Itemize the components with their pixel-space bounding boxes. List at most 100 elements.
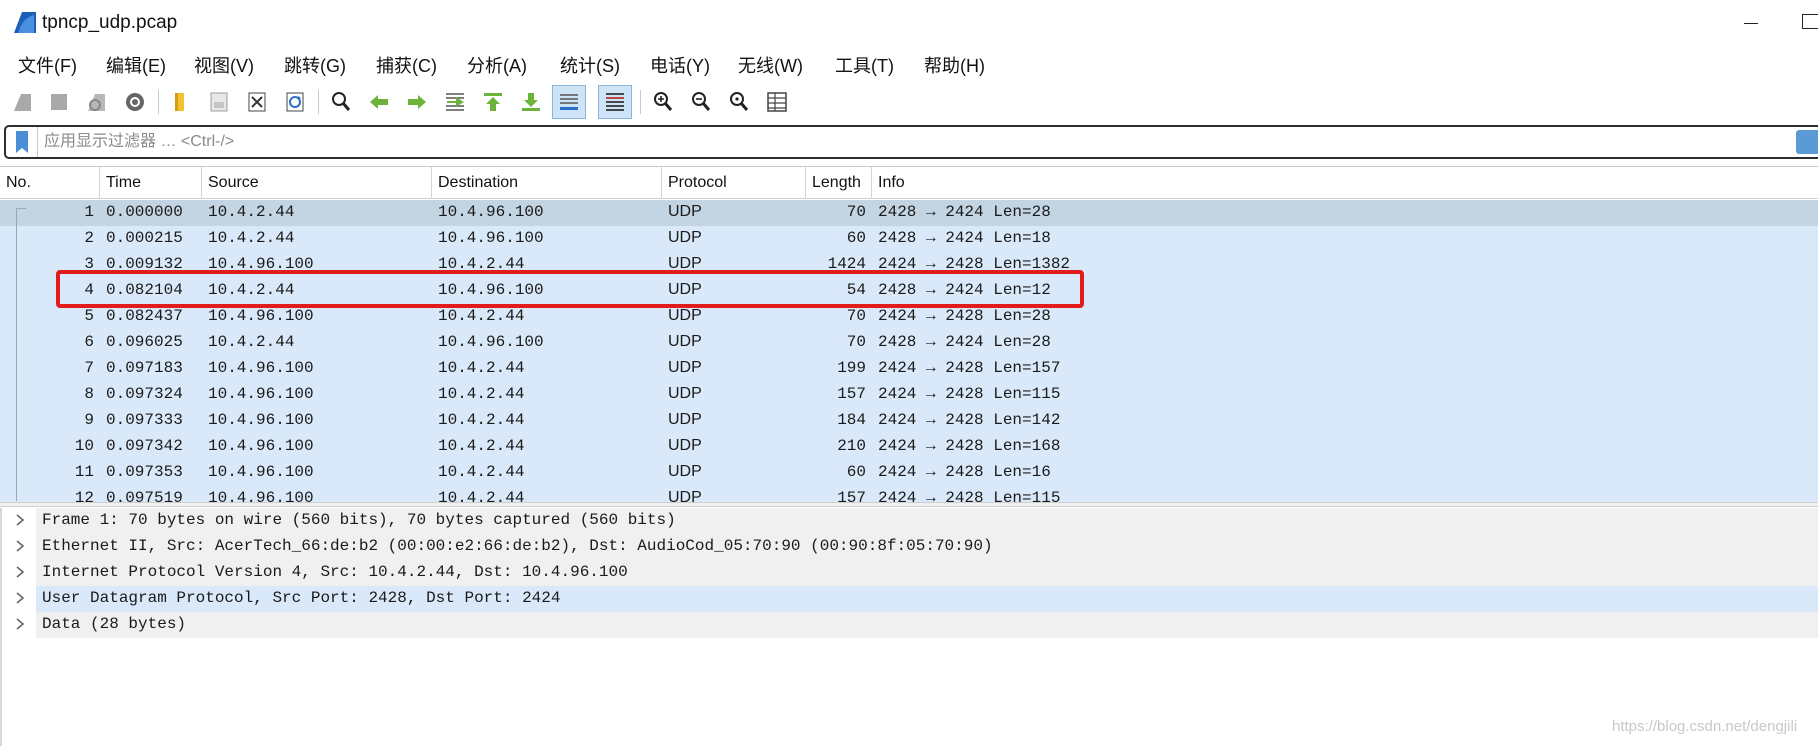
menu-capture[interactable]: 捕获(C): [376, 52, 437, 78]
packet-row[interactable]: 9 0.097333 10.4.96.100 10.4.2.44 UDP 184 2424 …: [0, 408, 1818, 434]
highlight-annotation-box: [56, 270, 1084, 308]
conversation-tree-corner: [16, 208, 26, 209]
column-header-length[interactable]: Length: [806, 167, 872, 199]
menu-bar: 文件(F) 编辑(E) 视图(V) 跳转(G) 捕获(C) 分析(A) 统计(S…: [0, 46, 1818, 82]
chevron-right-icon[interactable]: [14, 565, 26, 579]
close-file-icon[interactable]: [240, 85, 274, 119]
open-file-icon[interactable]: [164, 85, 198, 119]
stop-capture-icon[interactable]: [42, 85, 76, 119]
column-header-protocol[interactable]: Protocol: [662, 167, 806, 199]
packet-time: 0.096025: [106, 333, 183, 351]
packet-length: 210: [837, 437, 866, 455]
packet-time: 0.097519: [106, 489, 183, 503]
menu-view[interactable]: 视图(V): [194, 52, 254, 78]
detail-tree-item[interactable]: Internet Protocol Version 4, Src: 10.4.2…: [2, 560, 1818, 586]
chevron-right-icon[interactable]: [14, 591, 26, 605]
pane-splitter[interactable]: [0, 502, 1818, 507]
capture-options-icon[interactable]: [118, 85, 152, 119]
display-filter-input[interactable]: [44, 129, 1744, 155]
column-header-destination[interactable]: Destination: [432, 167, 662, 199]
packet-row[interactable]: 12 0.097519 10.4.96.100 10.4.2.44 UDP 157 2424…: [0, 486, 1818, 503]
save-file-icon[interactable]: [202, 85, 236, 119]
column-header-info[interactable]: Info: [872, 167, 1818, 199]
find-packet-icon[interactable]: [324, 85, 358, 119]
resize-columns-icon[interactable]: [760, 85, 794, 119]
column-header-no[interactable]: No.: [0, 167, 100, 199]
go-forward-icon[interactable]: [400, 85, 434, 119]
watermark-text: https://blog.csdn.net/dengjili: [1612, 718, 1798, 735]
menu-tools[interactable]: 工具(T): [835, 52, 894, 78]
detail-tree-item[interactable]: Frame 1: 70 bytes on wire (560 bits), 70…: [2, 508, 1818, 534]
zoom-in-icon[interactable]: [646, 85, 680, 119]
packet-time: 0.000215: [106, 229, 183, 247]
packet-info: 2424 → 2428 Len=16: [878, 463, 1051, 481]
packet-protocol: UDP: [668, 229, 702, 246]
packet-number: 12: [74, 489, 94, 503]
detail-tree-label: Frame 1: 70 bytes on wire (560 bits), 70…: [42, 511, 676, 529]
packet-list-header: No. Time Source Destination Protocol Len…: [0, 167, 1818, 199]
zoom-out-icon[interactable]: [684, 85, 718, 119]
packet-protocol: UDP: [668, 385, 702, 402]
display-filter-bar: [4, 125, 1818, 159]
go-first-icon[interactable]: [476, 85, 510, 119]
packet-destination: 10.4.96.100: [438, 203, 544, 221]
detail-tree-item[interactable]: Ethernet II, Src: AcerTech_66:de:b2 (00:…: [2, 534, 1818, 560]
menu-telephony[interactable]: 电话(Y): [650, 52, 710, 78]
packet-time: 0.082437: [106, 307, 183, 325]
auto-scroll-icon[interactable]: [552, 85, 586, 119]
detail-tree-label: Data (28 bytes): [42, 615, 187, 633]
detail-tree-label: Internet Protocol Version 4, Src: 10.4.2…: [42, 563, 628, 581]
menu-edit[interactable]: 编辑(E): [106, 52, 166, 78]
packet-number: 5: [84, 307, 94, 325]
packet-row[interactable]: 7 0.097183 10.4.96.100 10.4.2.44 UDP 199 2424 …: [0, 356, 1818, 382]
packet-number: 2: [84, 229, 94, 247]
packet-time: 0.097183: [106, 359, 183, 377]
chevron-right-icon[interactable]: [14, 539, 26, 553]
column-header-source[interactable]: Source: [202, 167, 432, 199]
packet-row[interactable]: 8 0.097324 10.4.96.100 10.4.2.44 UDP 157 2424 …: [0, 382, 1818, 408]
go-back-icon[interactable]: [362, 85, 396, 119]
detail-tree-item[interactable]: Data (28 bytes): [2, 612, 1818, 638]
go-to-packet-icon[interactable]: [438, 85, 472, 119]
main-toolbar: [0, 82, 1818, 122]
menu-statistics[interactable]: 统计(S): [560, 52, 620, 78]
packet-protocol: UDP: [668, 333, 702, 350]
go-last-icon[interactable]: [514, 85, 548, 119]
apply-filter-button[interactable]: [1796, 130, 1818, 154]
menu-go[interactable]: 跳转(G): [284, 52, 346, 78]
packet-protocol: UDP: [668, 307, 702, 324]
packet-destination: 10.4.2.44: [438, 489, 525, 503]
bookmark-icon[interactable]: [6, 127, 38, 157]
menu-help[interactable]: 帮助(H): [924, 52, 985, 78]
colorize-icon[interactable]: [598, 85, 632, 119]
restart-capture-icon[interactable]: [80, 85, 114, 119]
packet-protocol: UDP: [668, 463, 702, 480]
chevron-right-icon[interactable]: [14, 617, 26, 631]
maximize-button[interactable]: [1802, 14, 1818, 29]
chevron-right-icon[interactable]: [14, 513, 26, 527]
packet-number: 11: [74, 463, 94, 481]
packet-row[interactable]: 6 0.096025 10.4.2.44 10.4.96.100 UDP 70 2428 →…: [0, 330, 1818, 356]
column-header-time[interactable]: Time: [100, 167, 202, 199]
packet-time: 0.097324: [106, 385, 183, 403]
minimize-button[interactable]: [1736, 8, 1766, 38]
packet-length: 157: [837, 489, 866, 503]
start-capture-icon[interactable]: [6, 85, 40, 119]
packet-info: 2428 → 2424 Len=18: [878, 229, 1051, 247]
packet-protocol: UDP: [668, 359, 702, 376]
reload-file-icon[interactable]: [278, 85, 312, 119]
packet-row[interactable]: 10 0.097342 10.4.96.100 10.4.2.44 UDP 210 2424…: [0, 434, 1818, 460]
packet-row[interactable]: 1 0.000000 10.4.2.44 10.4.96.100 UDP 70 2428 →…: [0, 200, 1818, 226]
packet-info: 2424 → 2428 Len=28: [878, 307, 1051, 325]
packet-protocol: UDP: [668, 411, 702, 428]
detail-tree-item[interactable]: User Datagram Protocol, Src Port: 2428, …: [2, 586, 1818, 612]
packet-row[interactable]: 2 0.000215 10.4.2.44 10.4.96.100 UDP 60 2428 →…: [0, 226, 1818, 252]
packet-info: 2424 → 2428 Len=157: [878, 359, 1061, 377]
menu-file[interactable]: 文件(F): [18, 52, 77, 78]
wireshark-window: tpncp_udp.pcap 文件(F) 编辑(E) 视图(V) 跳转(G) 捕…: [0, 0, 1818, 746]
zoom-normal-icon[interactable]: [722, 85, 756, 119]
packet-row[interactable]: 11 0.097353 10.4.96.100 10.4.2.44 UDP 60 2424 …: [0, 460, 1818, 486]
menu-analyze[interactable]: 分析(A): [467, 52, 527, 78]
menu-wireless[interactable]: 无线(W): [738, 52, 803, 78]
packet-destination: 10.4.2.44: [438, 437, 525, 455]
